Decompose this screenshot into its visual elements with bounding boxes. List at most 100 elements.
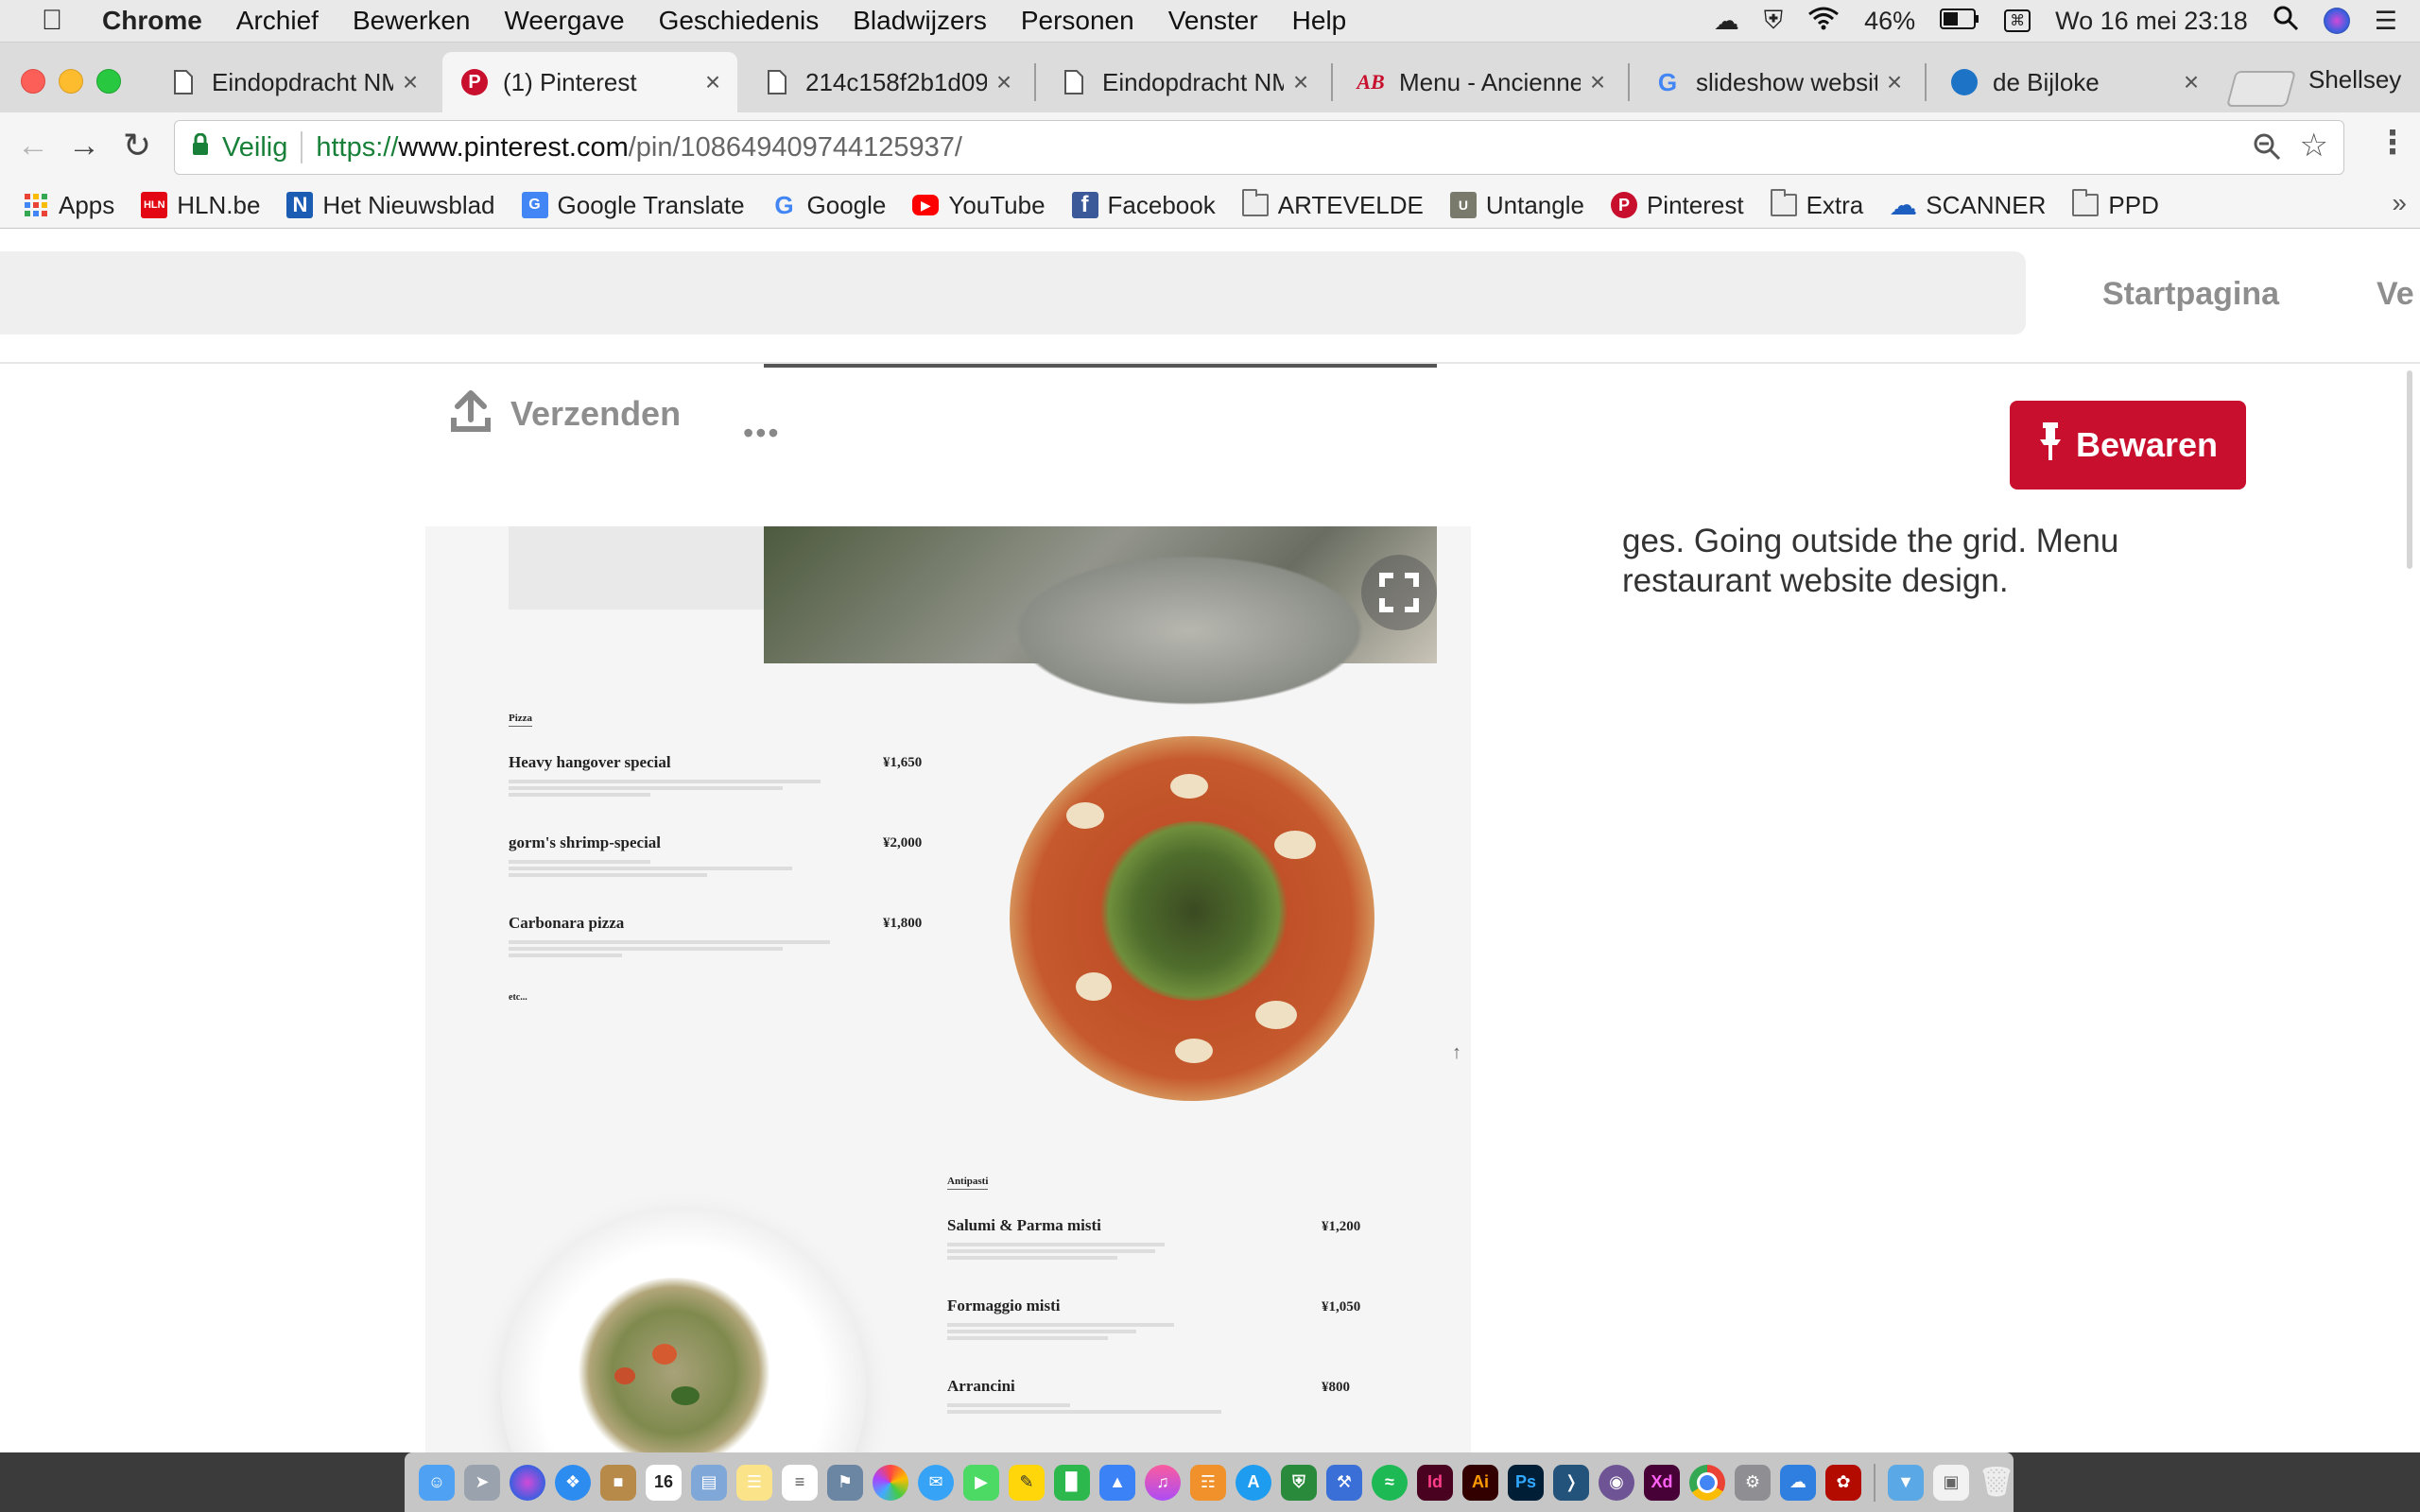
clock[interactable]: Wo 16 mei 23:18 bbox=[2055, 7, 2248, 36]
menu-personen[interactable]: Personen bbox=[1021, 6, 1134, 36]
tab-close-icon[interactable]: × bbox=[1877, 67, 1911, 97]
bookmark-facebook[interactable]: f Facebook bbox=[1071, 191, 1216, 220]
tab-pinterest[interactable]: P (1) Pinterest × bbox=[442, 52, 737, 112]
page-scrollbar[interactable] bbox=[2407, 370, 2412, 569]
menu-bladwijzers[interactable]: Bladwijzers bbox=[853, 6, 987, 36]
acrobat-icon[interactable]: ✿ bbox=[1825, 1464, 1861, 1501]
pin-image[interactable]: Pizza Heavy hangover special ¥1,650 gorm… bbox=[425, 526, 1471, 1452]
bookmark-het-nieuwsblad[interactable]: N Het Nieuwsblad bbox=[286, 191, 495, 220]
tab-close-icon[interactable]: × bbox=[1581, 67, 1615, 97]
menu-weergave[interactable]: Weergave bbox=[504, 6, 624, 36]
menu-archief[interactable]: Archief bbox=[236, 6, 319, 36]
save-button[interactable]: Bewaren bbox=[2010, 401, 2246, 490]
downloads-folder-icon[interactable]: ▼ bbox=[1888, 1464, 1924, 1501]
itunes-icon[interactable]: ♫ bbox=[1145, 1464, 1181, 1501]
close-window-button[interactable] bbox=[21, 69, 45, 94]
tab-close-icon[interactable]: × bbox=[987, 67, 1021, 97]
messages-icon[interactable]: ✉ bbox=[918, 1464, 954, 1501]
bookmark-untangle[interactable]: U Untangle bbox=[1449, 191, 1584, 220]
keynote-icon[interactable]: ▲ bbox=[1099, 1464, 1135, 1501]
maps-icon[interactable]: ⚑ bbox=[827, 1464, 863, 1501]
bookmark-hln[interactable]: HLN HLN.be bbox=[141, 191, 260, 220]
system-preferences-icon[interactable]: ⚙ bbox=[1735, 1464, 1771, 1501]
menu-bewerken[interactable]: Bewerken bbox=[353, 6, 471, 36]
zoom-window-button[interactable] bbox=[96, 69, 121, 94]
nav-startpagina[interactable]: Startpagina bbox=[2102, 276, 2279, 313]
tab-close-icon[interactable]: × bbox=[2174, 67, 2208, 97]
github-icon[interactable]: ◉ bbox=[1599, 1464, 1634, 1501]
menu-geschiedenis[interactable]: Geschiedenis bbox=[659, 6, 820, 36]
bookmark-google[interactable]: G Google bbox=[771, 191, 886, 220]
reload-icon[interactable]: ↻ bbox=[123, 126, 151, 165]
tab-slideshow[interactable]: G slideshow website × bbox=[1635, 52, 1919, 112]
bookmark-pinterest[interactable]: P Pinterest bbox=[1610, 191, 1744, 220]
facetime-icon[interactable]: ▶ bbox=[963, 1464, 999, 1501]
xcode-icon[interactable]: ⚒ bbox=[1326, 1464, 1362, 1501]
contacts-icon[interactable]: ■ bbox=[600, 1464, 636, 1501]
wifi-icon[interactable] bbox=[1807, 6, 1840, 37]
screenshot-stack-icon[interactable]: ▣ bbox=[1933, 1464, 1969, 1501]
siri-icon[interactable] bbox=[510, 1464, 545, 1501]
creative-cloud-icon[interactable]: ☁ bbox=[1714, 7, 1739, 36]
keyboard-layout-icon[interactable]: ⌘ bbox=[2004, 9, 2031, 32]
bookmark-apps[interactable]: Apps bbox=[23, 191, 114, 220]
battery-icon[interactable] bbox=[1940, 7, 1979, 36]
notes-icon[interactable]: ☰ bbox=[736, 1464, 772, 1501]
tab-eindopdracht-2[interactable]: Eindopdracht NMD × bbox=[1042, 52, 1325, 112]
chrome-icon[interactable] bbox=[1689, 1464, 1725, 1501]
numbers-icon[interactable]: ▉ bbox=[1054, 1464, 1090, 1501]
adobe-xd-icon[interactable]: Xd bbox=[1644, 1464, 1680, 1501]
spotify-icon[interactable]: ≈ bbox=[1372, 1464, 1408, 1501]
expand-image-button[interactable] bbox=[1361, 555, 1437, 630]
chrome-menu-icon[interactable]: ⋮ bbox=[2377, 124, 2409, 162]
trash-icon[interactable]: 🗑 bbox=[1979, 1465, 2014, 1501]
bookmark-folder-ppd[interactable]: PPD bbox=[2072, 189, 2159, 220]
shield-icon[interactable]: ⛨ bbox=[1764, 6, 1783, 36]
bookmark-youtube[interactable]: ▶ YouTube bbox=[912, 191, 1046, 220]
illustrator-icon[interactable]: Ai bbox=[1462, 1464, 1498, 1501]
onedrive-icon[interactable]: ☁ bbox=[1780, 1464, 1816, 1501]
zoom-icon[interactable] bbox=[2253, 132, 2281, 168]
spotlight-search-icon[interactable] bbox=[2273, 5, 2299, 38]
calendar-icon[interactable]: 16 bbox=[646, 1464, 682, 1501]
bookmark-google-translate[interactable]: G Google Translate bbox=[521, 191, 745, 220]
finder-icon[interactable]: ☺ bbox=[419, 1464, 455, 1501]
back-arrow-icon[interactable]: ← bbox=[17, 128, 49, 164]
tab-close-icon[interactable]: × bbox=[1284, 67, 1318, 97]
tab-214c158f[interactable]: 214c158f2b1d094 × bbox=[745, 52, 1028, 112]
minimize-window-button[interactable] bbox=[59, 69, 83, 94]
reminders-icon[interactable]: ≡ bbox=[782, 1464, 818, 1501]
profile-name[interactable]: Shellsey bbox=[2308, 65, 2401, 94]
tab-close-icon[interactable]: × bbox=[696, 67, 730, 97]
new-tab-button[interactable] bbox=[2225, 71, 2297, 107]
bookmark-scanner[interactable]: ☁ SCANNER bbox=[1889, 190, 2046, 221]
pages-icon[interactable]: ✎ bbox=[1009, 1464, 1045, 1501]
bookmark-folder-artevelde[interactable]: ARTEVELDE bbox=[1241, 189, 1424, 220]
tab-de-bijloke[interactable]: de Bijloke × bbox=[1932, 52, 2216, 112]
apple-menu-icon[interactable]:  bbox=[26, 5, 78, 37]
menu-venster[interactable]: Venster bbox=[1168, 6, 1258, 36]
preview-icon[interactable]: ▤ bbox=[691, 1464, 727, 1501]
siri-icon[interactable] bbox=[2323, 8, 2350, 34]
notification-center-icon[interactable]: ☰ bbox=[2375, 7, 2397, 36]
tab-close-icon[interactable]: × bbox=[393, 67, 427, 97]
vscode-icon[interactable]: ❭ bbox=[1553, 1464, 1589, 1501]
app-store-icon[interactable]: A bbox=[1236, 1464, 1271, 1501]
menu-app-chrome[interactable]: Chrome bbox=[102, 6, 202, 36]
search-input[interactable] bbox=[0, 251, 2026, 335]
address-bar[interactable]: Veilig https:// www.pinterest.com /pin/1… bbox=[174, 120, 2344, 175]
photoshop-icon[interactable]: Ps bbox=[1508, 1464, 1544, 1501]
more-options-button[interactable]: ••• bbox=[743, 416, 781, 451]
forward-arrow-icon[interactable]: → bbox=[68, 128, 100, 164]
bookmark-folder-extra[interactable]: Extra bbox=[1770, 189, 1863, 220]
ibooks-icon[interactable]: ☶ bbox=[1190, 1464, 1226, 1501]
safari-icon[interactable]: ❖ bbox=[555, 1464, 591, 1501]
nav-more[interactable]: Ve bbox=[2377, 276, 2414, 313]
tab-menu-ancienne[interactable]: AB Menu - Ancienne Be × bbox=[1339, 52, 1622, 112]
tab-eindopdracht-1[interactable]: Eindopdracht NMD × bbox=[151, 52, 435, 112]
bookmarks-overflow-button[interactable]: » bbox=[2392, 188, 2407, 218]
bookmark-star-icon[interactable]: ☆ bbox=[2300, 127, 2328, 164]
menu-help[interactable]: Help bbox=[1292, 6, 1347, 36]
adguard-icon[interactable]: ⛨ bbox=[1281, 1464, 1317, 1501]
launchpad-icon[interactable]: ➤ bbox=[464, 1464, 500, 1501]
